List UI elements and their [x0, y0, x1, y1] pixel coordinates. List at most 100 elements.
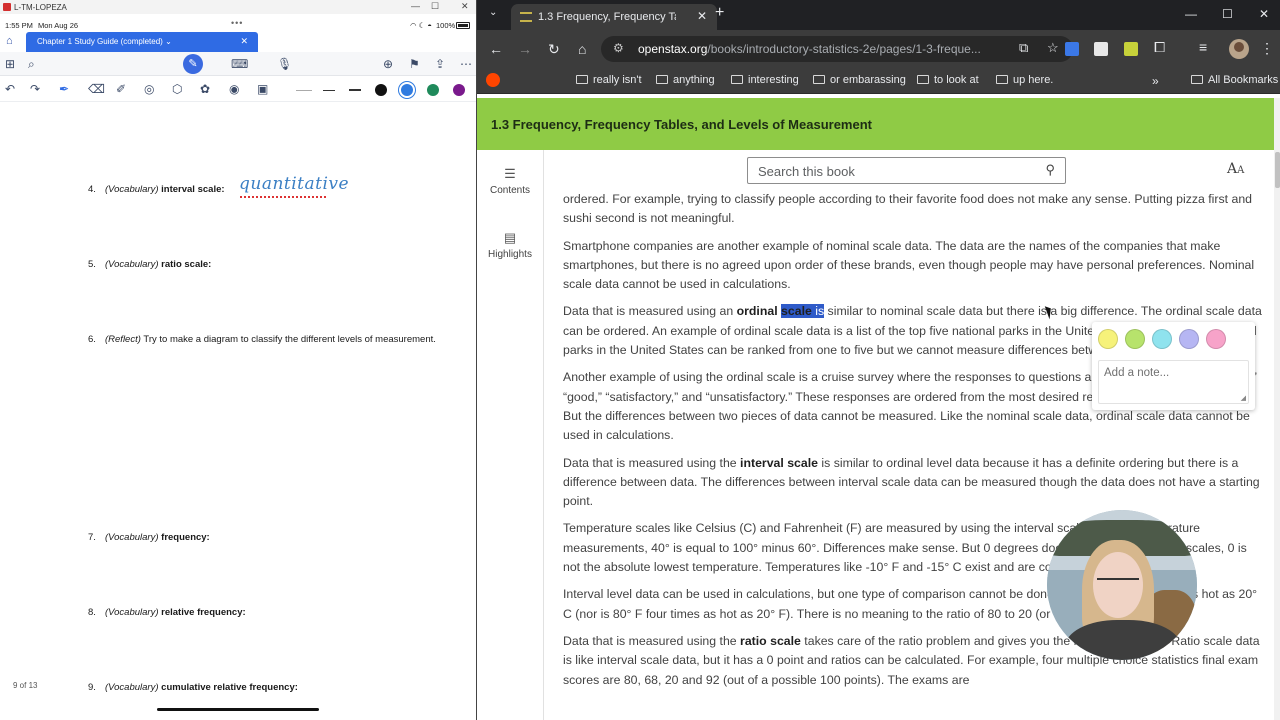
tab-search-icon[interactable]: ⌄ [489, 7, 497, 18]
multitask-dots-icon[interactable]: ••• [231, 18, 243, 28]
grid-icon[interactable]: ⊞ [5, 57, 15, 71]
bookmark-item[interactable]: anything [656, 74, 715, 86]
question-type: (Reflect) [105, 334, 141, 345]
shapes-icon[interactable]: ⬡ [172, 82, 182, 96]
home-icon[interactable]: ⌂ [578, 41, 586, 57]
highlighted-selection[interactable]: scale is [781, 304, 825, 319]
question-type: (Vocabulary) [105, 184, 159, 195]
url-bar[interactable]: ⚙ openstax.org/books/introductory-statis… [601, 36, 1073, 62]
profile-avatar[interactable] [1229, 39, 1249, 59]
reddit-bookmark-icon[interactable] [486, 73, 500, 87]
question-term: cumulative relative frequency: [161, 682, 298, 693]
bookmark-star-icon[interactable]: ☆ [1047, 40, 1059, 56]
home-icon[interactable]: ⌂ [6, 35, 13, 47]
pen-color-swatch[interactable] [401, 84, 413, 96]
main-toolbar: ⊞ ⌕ ✎ ⌨ 🎙︎ ⊕ ⚑ ⇪ ⋯ [0, 52, 476, 76]
eraser-icon[interactable]: ⌫ [88, 82, 105, 96]
medium-line-option[interactable] [323, 90, 335, 91]
scrollbar-thumb[interactable] [1275, 152, 1280, 188]
close-icon[interactable]: ✕ [461, 1, 469, 12]
extension-icon[interactable] [1094, 42, 1108, 56]
reload-icon[interactable]: ↻ [548, 41, 560, 58]
pen-color-swatch[interactable] [427, 84, 439, 96]
bookmark-icon[interactable]: ⚑ [409, 57, 420, 71]
all-bookmarks[interactable]: All Bookmarks [1191, 74, 1278, 86]
install-app-icon[interactable]: ⧉ [1019, 40, 1028, 56]
bookmark-item[interactable]: up here. [996, 74, 1053, 86]
close-tab-icon[interactable]: ✕ [697, 9, 707, 23]
status-date: Mon Aug 26 [38, 21, 79, 30]
more-icon[interactable]: ⋯ [460, 57, 472, 71]
bookmark-item[interactable]: really isn't [576, 74, 642, 86]
elements-icon[interactable]: ✿ [200, 82, 210, 96]
extension-icon[interactable] [1124, 42, 1138, 56]
pen-color-swatch[interactable] [453, 84, 465, 96]
image-icon[interactable]: ▣ [257, 82, 268, 96]
maximize-icon[interactable]: ☐ [1222, 7, 1233, 21]
new-tab-icon[interactable]: + [715, 4, 724, 22]
browser-tab-title: 1.3 Frequency, Frequency Table [538, 11, 676, 23]
keyboard-icon[interactable]: ⌨ [231, 57, 248, 71]
thick-line-option[interactable] [349, 89, 361, 91]
add-page-icon[interactable]: ⊕ [383, 57, 393, 71]
highlight-color-option[interactable] [1125, 329, 1145, 349]
pen-mode-icon[interactable]: ✎ [183, 54, 203, 74]
thin-line-option[interactable] [296, 90, 312, 91]
spellcheck-underline [240, 196, 326, 198]
maximize-icon[interactable]: ☐ [431, 1, 439, 12]
paragraph: ordered. For example, trying to classify… [563, 192, 1252, 226]
text-size-button[interactable]: AA [1227, 161, 1244, 177]
search-input[interactable] [758, 162, 1028, 180]
pen-color-swatch[interactable] [375, 84, 387, 96]
contents-button[interactable]: ☰ Contents [477, 166, 543, 196]
redo-icon[interactable]: ↷ [30, 82, 40, 96]
question-type: (Vocabulary) [105, 259, 159, 270]
table-of-contents-icon: ☰ [504, 166, 516, 181]
note-input[interactable]: Add a note... ◢ [1098, 360, 1249, 404]
pen-toolbar: ↶ ↷ ✒ ⌫ ✐ ◎ ⬡ ✿ ◉ ▣ [0, 78, 476, 102]
highlight-color-option[interactable] [1206, 329, 1226, 349]
laser-icon[interactable]: ◉ [229, 82, 239, 96]
close-window-icon[interactable]: ✕ [1259, 7, 1269, 21]
forward-icon[interactable]: → [518, 41, 532, 57]
search-icon[interactable]: ⚲ [1045, 162, 1055, 178]
paragraph: Smartphone companies are another example… [563, 238, 1255, 292]
document-tab-label: Chapter 1 Study Guide (completed) ⌄ [37, 37, 172, 46]
pen-icon[interactable]: ✒ [59, 82, 69, 96]
bookmark-item[interactable]: to look at [917, 74, 979, 86]
window-title-bar: L-TM-LOPEZA — ☐ ✕ [0, 0, 476, 14]
translate-extension-icon[interactable] [1065, 42, 1079, 56]
highlighter-icon[interactable]: ✐ [116, 82, 126, 96]
back-icon[interactable]: ← [489, 41, 503, 57]
highlight-popup: Add a note... ◢ [1092, 322, 1255, 410]
close-tab-icon[interactable]: ✕ [240, 36, 248, 47]
share-icon[interactable]: ⇪ [435, 57, 445, 71]
highlight-color-option[interactable] [1152, 329, 1172, 349]
browser-menu-icon[interactable]: ⋮ [1260, 40, 1274, 57]
search-icon[interactable]: ⌕ [28, 57, 35, 72]
reading-list-icon[interactable]: ≡ [1199, 39, 1207, 55]
highlight-color-option[interactable] [1098, 329, 1118, 349]
document-tab[interactable]: Chapter 1 Study Guide (completed) ⌄ ✕ [26, 32, 258, 52]
resize-grip-icon[interactable]: ◢ [1241, 394, 1246, 402]
minimize-icon[interactable]: — [411, 1, 420, 11]
site-info-icon[interactable]: ⚙ [613, 41, 624, 55]
scrollbar-track[interactable] [1274, 98, 1280, 720]
more-bookmarks-icon[interactable]: » [1152, 74, 1159, 88]
bookmark-item[interactable]: interesting [731, 74, 799, 86]
question-item: 7. (Vocabulary) frequency: [88, 532, 210, 543]
book-search: ⚲ [747, 157, 1066, 184]
home-indicator-bar[interactable] [157, 708, 319, 711]
lasso-icon[interactable]: ◎ [144, 82, 154, 96]
extensions-puzzle-icon[interactable]: ⧠ [1154, 39, 1165, 56]
browser-tab[interactable]: 1.3 Frequency, Frequency Table ✕ [511, 4, 717, 30]
microphone-icon[interactable]: 🎙︎ [277, 57, 292, 71]
status-time: 1:55 PM [5, 21, 33, 30]
section-title-bar: 1.3 Frequency, Frequency Tables, and Lev… [477, 98, 1274, 150]
highlight-color-option[interactable] [1179, 329, 1199, 349]
minimize-icon[interactable]: — [1185, 7, 1197, 21]
undo-icon[interactable]: ↶ [5, 82, 15, 96]
highlights-button[interactable]: ▤ Highlights [477, 230, 543, 260]
highlights-icon: ▤ [503, 230, 517, 245]
bookmark-item[interactable]: or embarassing [813, 74, 906, 86]
